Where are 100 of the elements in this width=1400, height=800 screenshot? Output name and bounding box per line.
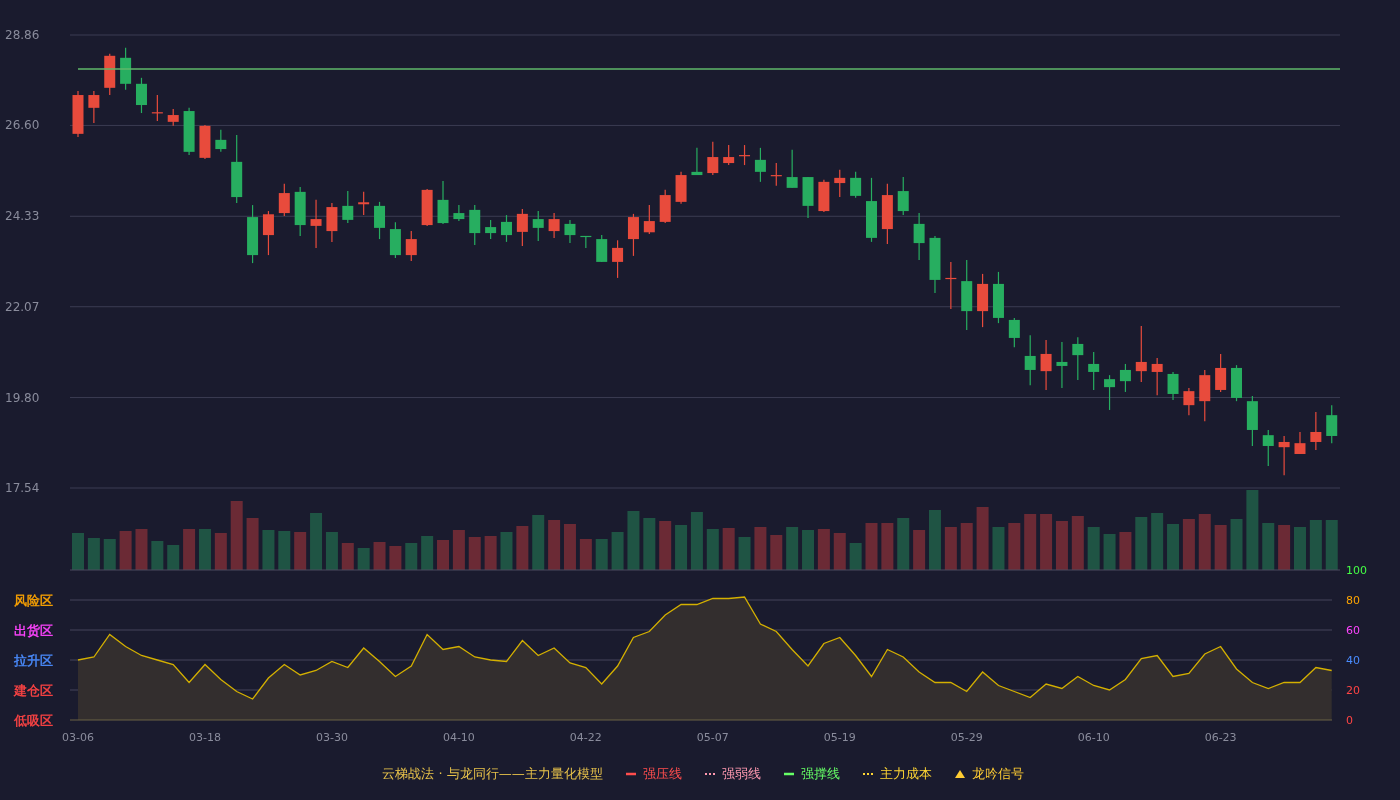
candlestick [596, 234, 608, 263]
candlestick [405, 230, 417, 262]
volume-bar [675, 525, 688, 570]
legend-label: 主力成本 [879, 765, 932, 783]
candlestick [977, 273, 989, 328]
candlestick [1040, 339, 1052, 391]
zone-label: 风险区 [14, 593, 53, 608]
volume-bar [1182, 519, 1195, 570]
volume-bar [1008, 523, 1021, 570]
axis-label: 22.07 [5, 299, 40, 314]
candlestick [739, 144, 751, 166]
candlestick [770, 162, 782, 187]
volume-bar [119, 531, 132, 570]
axis-label: 26.60 [5, 118, 40, 133]
candlestick [913, 212, 925, 261]
volume-bar [611, 532, 624, 570]
volume-bar [103, 539, 116, 570]
candlestick [818, 179, 830, 213]
axis-label: 03-18 [189, 731, 221, 744]
axis-label: 28.86 [5, 28, 40, 42]
volume-bar [643, 518, 656, 570]
volume-bar [151, 541, 164, 570]
axis-label: 20 [1346, 684, 1360, 697]
candlestick [358, 191, 370, 216]
volume-bar [72, 533, 84, 570]
candlestick [1104, 374, 1116, 411]
volume-bar [786, 527, 799, 570]
candlestick [278, 183, 290, 217]
candlestick [1246, 395, 1258, 447]
legend-label: 强弱线 [721, 765, 761, 783]
candlestick [437, 180, 449, 225]
volume-bar [706, 529, 719, 570]
candlestick [691, 147, 703, 176]
volume-bar [87, 538, 100, 570]
axis-label: 19.80 [5, 390, 40, 405]
volume-bar [802, 530, 814, 570]
volume-bar [1309, 520, 1322, 570]
volume-bar [1198, 514, 1211, 570]
volume-bar [548, 520, 561, 570]
volume-bar [468, 537, 481, 570]
volume-bar [214, 533, 227, 570]
volume-bar [452, 530, 465, 570]
axis-label: 24.33 [5, 209, 40, 224]
volume-bar [389, 546, 402, 570]
volume-bar [1151, 513, 1164, 570]
volume-bar [1024, 514, 1037, 570]
volume-bar [1294, 527, 1306, 570]
zone-label: 建仓区 [14, 683, 53, 698]
candlestick [1024, 334, 1036, 386]
volume-bar [135, 529, 148, 570]
candlestick [1056, 341, 1068, 389]
volume-bar [722, 528, 735, 570]
volume-bar [579, 539, 592, 570]
volume-bar [1071, 516, 1084, 570]
volume-bar [1325, 520, 1338, 570]
candlestick [1310, 411, 1322, 451]
candlestick [1326, 404, 1338, 444]
volume-bar [405, 543, 418, 570]
axis-label: 40 [1346, 654, 1360, 667]
candlestick [104, 53, 116, 96]
axis-label: 05-29 [950, 731, 983, 744]
candlestick [612, 239, 624, 279]
volume-bar [484, 536, 497, 570]
zone-label: 出货区 [14, 623, 53, 638]
candlestick [850, 171, 862, 199]
volume-bar [627, 511, 640, 570]
candlestick [421, 188, 433, 227]
volume-bar [1278, 525, 1291, 570]
axis-label: 06-10 [1077, 731, 1110, 744]
volume-bar [833, 533, 846, 570]
candlestick [294, 186, 306, 237]
candlestick [310, 199, 322, 249]
volume-bar [1055, 521, 1068, 570]
volume-bar [1262, 523, 1275, 570]
candlestick [627, 213, 639, 257]
candlestick [262, 210, 274, 256]
volume-bar [849, 543, 862, 570]
volume-bar [1103, 534, 1116, 570]
volume-bar [738, 537, 751, 570]
candlestick [485, 219, 497, 240]
volume-bar [1167, 524, 1180, 570]
candlestick [564, 219, 576, 244]
candlestick [1088, 351, 1100, 391]
candlestick [1072, 336, 1084, 381]
volume-bar [1040, 514, 1053, 570]
axis-label: 06-23 [1204, 731, 1237, 744]
axis-label: 80 [1346, 594, 1360, 607]
candlestick [580, 235, 592, 249]
candlestick [183, 107, 195, 156]
volume-bar [1230, 519, 1243, 570]
candlestick [516, 208, 528, 247]
volume-bar [246, 518, 259, 570]
candlestick [961, 259, 973, 331]
volume-bar [294, 532, 307, 570]
candlestick [866, 177, 877, 243]
volume-bar [310, 513, 323, 570]
axis-label: 0 [1346, 714, 1353, 727]
volume-bar [373, 542, 386, 570]
candlestick [199, 124, 211, 160]
candlestick [342, 190, 354, 224]
